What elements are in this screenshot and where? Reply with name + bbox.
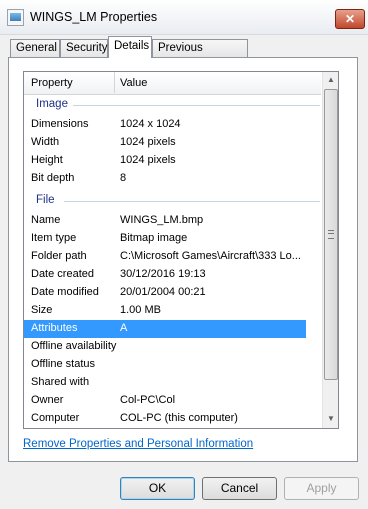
vertical-scrollbar[interactable]: ▲ ▼: [322, 72, 338, 428]
property-name: Dimensions: [31, 118, 89, 130]
property-name: Date modified: [31, 286, 99, 298]
list-item[interactable]: Folder path C:\Microsoft Games\Aircraft\…: [24, 248, 306, 266]
property-name: Size: [31, 304, 53, 316]
list-item[interactable]: Height 1024 pixels: [24, 152, 306, 170]
property-value: 1.00 MB: [120, 304, 161, 316]
tab-details[interactable]: Details: [108, 36, 152, 58]
property-name: Offline status: [31, 358, 95, 370]
column-divider[interactable]: [114, 72, 115, 93]
ok-button[interactable]: OK: [120, 477, 195, 500]
list-item[interactable]: Name WINGS_LM.bmp: [24, 212, 306, 230]
property-value: 1024 pixels: [120, 154, 176, 166]
grip-icon: [328, 230, 334, 239]
list-header: Property Value: [24, 72, 321, 95]
column-header-value[interactable]: Value: [120, 77, 147, 89]
property-name: Bit depth: [31, 172, 75, 184]
property-value: A: [120, 322, 128, 334]
property-value: 1024 x 1024: [120, 118, 181, 130]
list-item[interactable]: Shared with: [24, 374, 306, 392]
property-name: Owner: [31, 394, 64, 406]
property-name: Shared with: [31, 376, 90, 388]
details-list[interactable]: Property Value Image Dimensions 1024 x 1…: [23, 71, 339, 429]
property-name: Date created: [31, 268, 94, 280]
tab-general[interactable]: General: [10, 39, 60, 57]
property-name: Item type: [31, 232, 77, 244]
list-item[interactable]: Computer COL-PC (this computer): [24, 410, 306, 428]
property-name: Width: [31, 136, 60, 148]
bitmap-file-icon: [7, 9, 24, 26]
property-value: Bitmap image: [120, 232, 188, 244]
property-name: Height: [31, 154, 63, 166]
property-value: 8: [120, 172, 127, 184]
title-bar: WINGS_LM Properties ✕: [0, 0, 368, 35]
property-value: 20/01/2004 00:21: [120, 286, 206, 298]
tab-security[interactable]: Security: [60, 39, 108, 57]
property-value: 30/12/2016 19:13: [120, 268, 206, 280]
column-header-property[interactable]: Property: [31, 77, 73, 89]
property-value: Col-PC\Col: [120, 394, 176, 406]
list-item[interactable]: Size 1.00 MB: [24, 302, 306, 320]
list-item[interactable]: Owner Col-PC\Col: [24, 392, 306, 410]
property-name: Computer: [31, 412, 80, 424]
group-label-file: File: [36, 194, 55, 206]
remove-properties-link[interactable]: Remove Properties and Personal Informati…: [23, 438, 253, 450]
list-item[interactable]: Offline availability: [24, 338, 306, 356]
list-item-selected[interactable]: Attributes A: [24, 320, 306, 338]
close-button[interactable]: ✕: [335, 9, 365, 29]
property-value: C:\Microsoft Games\Aircraft\333 Lo...: [120, 250, 301, 262]
property-name: Offline availability: [31, 340, 117, 352]
list-item[interactable]: Dimensions 1024 x 1024: [24, 116, 306, 134]
list-item[interactable]: Bit depth 8: [24, 170, 306, 188]
property-value: WINGS_LM.bmp: [120, 214, 204, 226]
property-name: Name: [31, 214, 61, 226]
property-name: Folder path: [31, 250, 87, 262]
group-label-image: Image: [36, 98, 68, 110]
window-title: WINGS_LM Properties: [30, 10, 158, 24]
property-value: 1024 pixels: [120, 136, 176, 148]
tab-previous-versions[interactable]: Previous Versions: [152, 39, 248, 71]
list-item[interactable]: Width 1024 pixels: [24, 134, 306, 152]
list-item[interactable]: Date created 30/12/2016 19:13: [24, 266, 306, 284]
cancel-button[interactable]: Cancel: [202, 477, 277, 500]
list-item[interactable]: Offline status: [24, 356, 306, 374]
scroll-up-icon[interactable]: ▲: [323, 72, 338, 88]
scrollbar-thumb[interactable]: [324, 89, 338, 380]
list-item[interactable]: Item type Bitmap image: [24, 230, 306, 248]
property-value: COL-PC (this computer): [120, 412, 238, 424]
property-name: Attributes: [31, 322, 78, 334]
apply-button[interactable]: Apply: [284, 477, 359, 500]
group-divider: [73, 105, 320, 106]
list-item[interactable]: Date modified 20/01/2004 00:21: [24, 284, 306, 302]
scroll-down-icon[interactable]: ▼: [323, 411, 338, 427]
group-divider: [64, 201, 320, 202]
